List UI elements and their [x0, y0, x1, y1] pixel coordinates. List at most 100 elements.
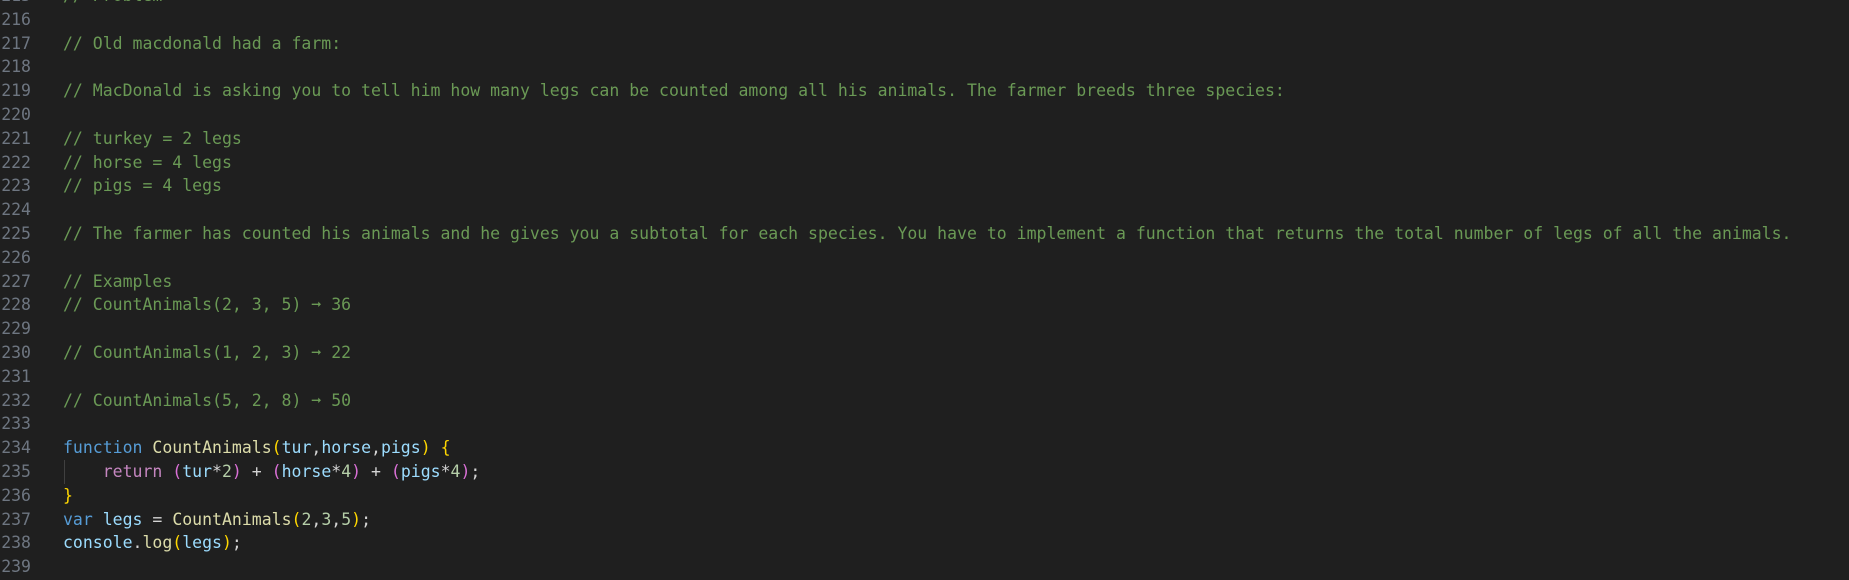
code-token: (: [390, 461, 401, 481]
code-token: // Old macdonald had a farm:: [63, 33, 342, 53]
line-code: // pigs = 4 legs: [63, 174, 222, 198]
line-number: 235: [1, 461, 31, 481]
line-number: 230: [1, 342, 31, 362]
code-line[interactable]: 239: [0, 555, 1849, 579]
code-token: CountAnimals: [152, 438, 272, 458]
code-token: tur: [281, 438, 312, 458]
code-token: legs: [182, 533, 222, 553]
line-code: // turkey = 2 legs: [63, 127, 242, 151]
code-line[interactable]: 218: [0, 55, 1849, 79]
code-token: (: [271, 438, 282, 458]
line-number: 220: [1, 104, 31, 124]
code-token: ,: [311, 509, 322, 529]
code-token: ): [351, 509, 362, 529]
code-editor[interactable]: 215 // Problem 216 217 // Old macdonald had …: [0, 0, 1849, 580]
line-number: 218: [1, 57, 31, 77]
line-number: 229: [1, 319, 31, 339]
code-line[interactable]: 223 // pigs = 4 legs: [0, 174, 1849, 198]
code-token: *: [212, 461, 222, 481]
line-number: 225: [1, 223, 31, 243]
code-line[interactable]: 237 var legs = CountAnimals(2,3,5);: [0, 508, 1849, 532]
code-token: ): [351, 461, 362, 481]
code-token: ): [420, 438, 431, 458]
code-token: ): [460, 461, 471, 481]
code-line[interactable]: 219 // MacDonald is asking you to tell hi…: [0, 79, 1849, 103]
code-token: {: [440, 438, 451, 458]
code-line[interactable]: 235 return (tur*2) + (horse*4) + (pigs*4…: [0, 459, 1849, 484]
code-line[interactable]: 234 function CountAnimals(tur,horse,pigs)…: [0, 436, 1849, 460]
code-token: +: [361, 461, 391, 481]
code-lines: 215 // Problem 216 217 // Old macdonald had …: [0, 0, 1849, 579]
line-number: 228: [1, 295, 31, 315]
code-token: horse: [281, 461, 332, 481]
code-token: ;: [361, 509, 372, 529]
line-number: 237: [1, 509, 31, 529]
code-token: +: [241, 461, 272, 481]
code-token: ,: [371, 438, 381, 458]
code-line[interactable]: 216: [0, 8, 1849, 32]
line-code: return (tur*2) + (horse*4) + (pigs*4);: [63, 460, 481, 484]
code-line[interactable]: 225 // The farmer has counted his animals…: [0, 222, 1849, 246]
code-token: 2: [221, 461, 232, 481]
code-line[interactable]: 238 console.log(legs);: [0, 531, 1849, 555]
code-token: // The farmer has counted his animals an…: [63, 223, 1792, 243]
code-line[interactable]: 233: [0, 412, 1849, 436]
code-line[interactable]: 224: [0, 198, 1849, 222]
code-line[interactable]: 222 // horse = 4 legs: [0, 151, 1849, 175]
code-line[interactable]: 220: [0, 103, 1849, 127]
code-token: // Examples: [63, 271, 173, 291]
code-line[interactable]: 228 // CountAnimals(2, 3, 5) ➞ 36: [0, 293, 1849, 317]
line-code: // Problem: [63, 0, 162, 8]
code-token: // pigs = 4 legs: [63, 176, 222, 196]
line-number: 233: [1, 414, 31, 434]
code-token: // Problem: [63, 0, 162, 5]
code-line[interactable]: 227 // Examples: [0, 270, 1849, 294]
code-line[interactable]: 230 // CountAnimals(1, 2, 3) ➞ 22: [0, 341, 1849, 365]
line-code: // horse = 4 legs: [63, 151, 232, 175]
line-number: 221: [1, 128, 31, 148]
code-token: }: [63, 485, 73, 505]
line-number: 217: [1, 33, 31, 53]
code-token: ): [221, 533, 232, 553]
code-line[interactable]: 231: [0, 365, 1849, 389]
code-token: *: [440, 461, 451, 481]
code-token: pigs: [380, 438, 421, 458]
code-line[interactable]: 217 // Old macdonald had a farm:: [0, 32, 1849, 56]
code-token: (: [172, 461, 183, 481]
line-number: 236: [1, 485, 31, 505]
line-number: 231: [1, 366, 31, 386]
code-token: return: [102, 461, 163, 481]
code-token: tur: [182, 461, 213, 481]
code-line[interactable]: 232 // CountAnimals(5, 2, 8) ➞ 50: [0, 389, 1849, 413]
line-number: 226: [1, 247, 31, 267]
code-token: console: [63, 533, 133, 553]
code-line[interactable]: 226: [0, 246, 1849, 270]
code-token: *: [331, 461, 342, 481]
code-line[interactable]: 221 // turkey = 2 legs: [0, 127, 1849, 151]
code-token: // turkey = 2 legs: [63, 128, 242, 148]
line-number: 222: [1, 152, 31, 172]
line-number: 223: [1, 176, 31, 196]
code-token: // horse = 4 legs: [63, 152, 232, 172]
code-token: ,: [311, 438, 322, 458]
code-token: ;: [231, 533, 242, 553]
code-token: // CountAnimals(5, 2, 8) ➞ 50: [63, 390, 352, 410]
code-line[interactable]: 215 // Problem: [0, 0, 1849, 8]
code-token: =: [142, 509, 173, 529]
code-token: ): [231, 461, 242, 481]
line-code: var legs = CountAnimals(2,3,5);: [63, 508, 371, 532]
line-number: 238: [1, 533, 31, 553]
line-number: 239: [1, 557, 31, 577]
line-code: // The farmer has counted his animals an…: [63, 222, 1792, 246]
code-token: 2: [301, 509, 312, 529]
code-token: 4: [450, 461, 461, 481]
line-number: 215: [0, 0, 31, 8]
line-code: console.log(legs);: [63, 531, 242, 555]
code-token: legs: [102, 509, 143, 529]
code-token: ,: [331, 509, 342, 529]
code-token: ;: [470, 461, 481, 481]
code-line[interactable]: 236}: [0, 484, 1849, 508]
code-token: var: [63, 509, 93, 529]
code-line[interactable]: 229: [0, 317, 1849, 341]
